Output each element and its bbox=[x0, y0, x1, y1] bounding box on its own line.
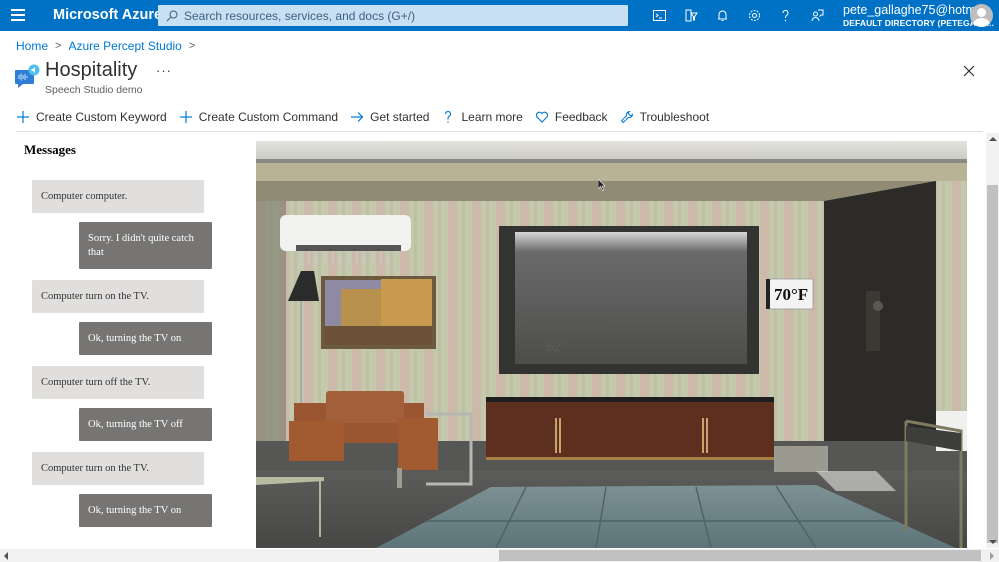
troubleshoot-label: Troubleshoot bbox=[639, 110, 710, 124]
create-custom-keyword-label: Create Custom Keyword bbox=[36, 110, 167, 124]
message-text: Ok, turning the TV off bbox=[88, 418, 183, 430]
message-text: Computer turn off the TV. bbox=[41, 376, 151, 388]
page-subtitle: Speech Studio demo bbox=[45, 84, 143, 96]
more-options-button[interactable]: ··· bbox=[156, 63, 172, 78]
learn-more-label: Learn more bbox=[461, 110, 523, 124]
search-box[interactable] bbox=[158, 5, 628, 26]
message-bot: Ok, turning the TV off bbox=[79, 408, 212, 441]
horizontal-scrollbar[interactable] bbox=[0, 549, 986, 562]
message-text: Ok, turning the TV on bbox=[88, 332, 182, 344]
troubleshoot-button[interactable]: Troubleshoot bbox=[620, 110, 710, 124]
scroll-left-arrow-icon[interactable] bbox=[4, 552, 8, 560]
room-illustration: Monday, May 18th 62° 70°F bbox=[256, 141, 967, 548]
message-user: Computer turn on the TV. bbox=[32, 280, 204, 313]
message-text: Computer turn on the TV. bbox=[41, 290, 149, 302]
settings-icon[interactable] bbox=[739, 5, 771, 26]
scroll-right-arrow-icon[interactable] bbox=[990, 552, 994, 560]
message-user: Computer turn off the TV. bbox=[32, 366, 204, 399]
tv-temperature-text: 62° bbox=[546, 338, 567, 354]
plus-icon bbox=[179, 111, 192, 123]
scroll-down-arrow-icon[interactable] bbox=[989, 540, 997, 544]
search-icon bbox=[166, 10, 178, 21]
feedback-icon[interactable] bbox=[802, 5, 834, 26]
scroll-up-arrow-icon[interactable] bbox=[989, 137, 997, 141]
plus-icon bbox=[17, 111, 29, 123]
command-bar-divider bbox=[16, 131, 983, 132]
close-icon[interactable] bbox=[962, 64, 976, 78]
vertical-scrollbar[interactable] bbox=[986, 133, 999, 548]
messages-heading: Messages bbox=[24, 142, 76, 157]
tv-date-text: Monday, May 18th bbox=[534, 321, 607, 331]
mouse-cursor-icon bbox=[598, 179, 606, 191]
heart-icon bbox=[535, 111, 548, 123]
top-bar: Microsoft Azure pete_gallaghe75@hotm... … bbox=[0, 0, 999, 31]
message-bot: Ok, turning the TV on bbox=[79, 494, 212, 527]
notifications-icon[interactable] bbox=[707, 5, 739, 26]
create-custom-command-button[interactable]: Create Custom Command bbox=[179, 110, 338, 124]
avatar[interactable] bbox=[970, 4, 993, 27]
create-custom-command-label: Create Custom Command bbox=[198, 110, 339, 124]
search-input[interactable] bbox=[184, 8, 604, 23]
message-text: Sorry. I didn't quite catch that bbox=[88, 232, 194, 258]
hamburger-menu-icon[interactable] bbox=[11, 9, 25, 21]
horizontal-scroll-thumb[interactable] bbox=[499, 550, 981, 561]
help-icon[interactable] bbox=[770, 5, 802, 26]
arrow-right-icon bbox=[351, 112, 364, 122]
wrench-icon bbox=[620, 110, 633, 124]
learn-more-button[interactable]: Learn more bbox=[441, 110, 523, 124]
message-bot: Sorry. I didn't quite catch that bbox=[79, 222, 212, 269]
hotel-room-scene[interactable]: Monday, May 18th 62° 70°F bbox=[256, 141, 967, 548]
speech-icon bbox=[15, 64, 40, 88]
breadcrumb: Home > Azure Percept Studio > bbox=[16, 39, 202, 53]
create-custom-keyword-button[interactable]: Create Custom Keyword bbox=[16, 110, 167, 124]
thermostat-display: 70°F bbox=[774, 285, 808, 304]
message-user: Computer turn on the TV. bbox=[32, 452, 204, 485]
get-started-button[interactable]: Get started bbox=[350, 110, 429, 124]
command-bar: Create Custom Keyword Create Custom Comm… bbox=[16, 108, 721, 126]
message-bot: Ok, turning the TV on bbox=[79, 322, 212, 355]
message-text: Ok, turning the TV on bbox=[88, 504, 182, 516]
cloud-shell-icon[interactable] bbox=[644, 5, 676, 26]
question-icon bbox=[445, 110, 452, 123]
vertical-scroll-thumb[interactable] bbox=[987, 185, 998, 543]
breadcrumb-home[interactable]: Home bbox=[16, 39, 48, 53]
message-text: Computer turn on the TV. bbox=[41, 462, 149, 474]
chevron-right-icon: > bbox=[188, 40, 196, 52]
message-text: Computer computer. bbox=[41, 190, 128, 202]
azure-brand[interactable]: Microsoft Azure bbox=[53, 7, 162, 23]
get-started-label: Get started bbox=[370, 110, 430, 124]
breadcrumb-azure-percept-studio[interactable]: Azure Percept Studio bbox=[68, 39, 181, 53]
page-title: Hospitality bbox=[45, 59, 138, 81]
directory-filter-icon[interactable] bbox=[676, 5, 708, 26]
feedback-label: Feedback bbox=[554, 110, 608, 124]
chevron-right-icon: > bbox=[55, 40, 62, 52]
feedback-button[interactable]: Feedback bbox=[535, 110, 608, 124]
message-user: Computer computer. bbox=[32, 180, 204, 213]
